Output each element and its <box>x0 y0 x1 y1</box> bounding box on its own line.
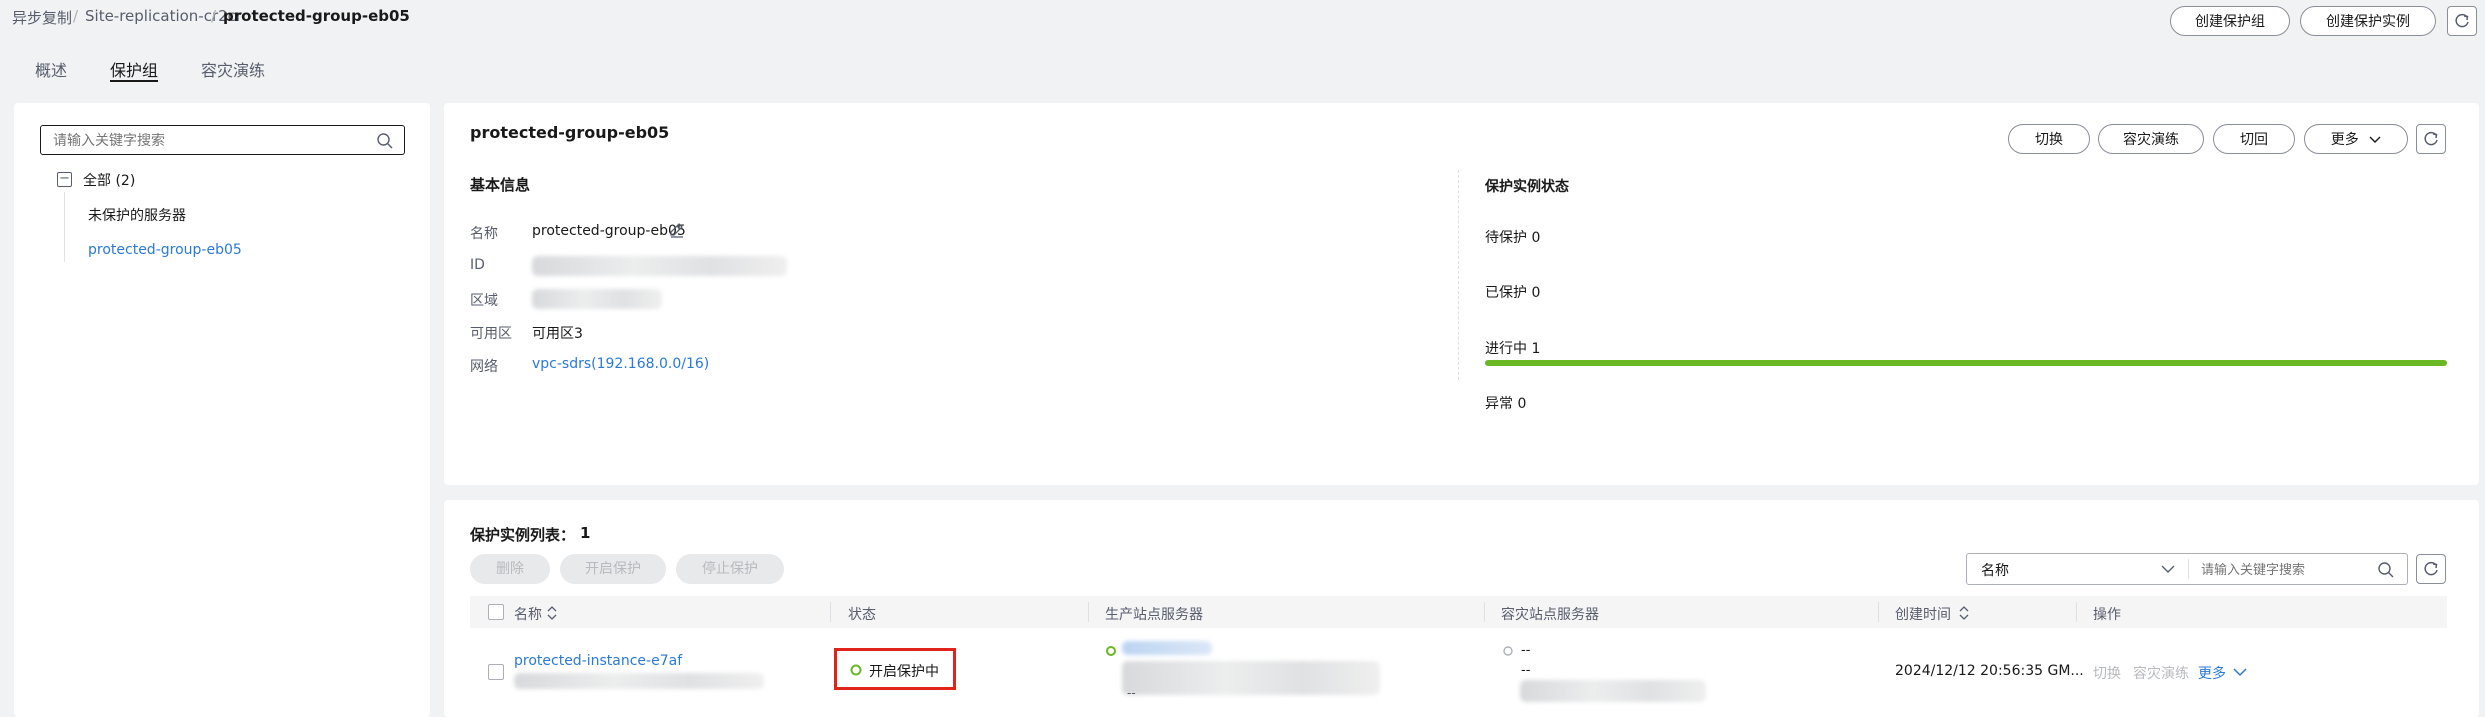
section-divider <box>1458 170 1459 380</box>
more-dropdown-button[interactable]: 更多 <box>2304 124 2408 154</box>
server-status-icon <box>1106 646 1116 656</box>
tab-dr-drill[interactable]: 容灾演练 <box>201 57 265 81</box>
instance-refresh-button[interactable] <box>2416 554 2446 584</box>
select-all-checkbox[interactable] <box>488 604 504 620</box>
breadcrumb-separator: / <box>73 7 79 25</box>
basic-info-heading: 基本信息 <box>470 176 531 194</box>
dr-server-details-redacted <box>1520 680 1706 702</box>
column-divider <box>2076 602 2077 622</box>
chevron-down-icon[interactable] <box>2233 667 2247 677</box>
breadcrumb-async-replication[interactable]: 异步复制 <box>12 7 72 28</box>
instance-filter-bar: 名称 <box>1966 553 2408 585</box>
tab-protection-group[interactable]: 保护组 <box>110 57 158 81</box>
column-divider <box>1878 602 1879 622</box>
filter-field-select[interactable]: 名称 <box>1981 560 2009 580</box>
production-server-dash: -- <box>1127 686 1136 700</box>
in-progress-bar-fill <box>1485 360 2447 366</box>
instance-name-link[interactable]: protected-instance-e7af <box>514 653 682 669</box>
status-protected: 已保护 0 <box>1485 285 1541 301</box>
name-value: protected-group-eb05 <box>532 223 686 239</box>
az-value: 可用区3 <box>532 326 583 342</box>
tab-active-indicator <box>110 80 158 82</box>
start-protection-button[interactable]: 开启保护 <box>560 554 666 584</box>
switch-button[interactable]: 切换 <box>2008 124 2090 154</box>
created-time-value: 2024/12/12 20:56:35 GM... <box>1895 663 2084 679</box>
id-label: ID <box>470 257 485 273</box>
sidebar-panel <box>14 103 430 717</box>
create-protection-group-button[interactable]: 创建保护组 <box>2170 6 2290 36</box>
breadcrumb-current: protected-group-eb05 <box>223 7 410 25</box>
breadcrumb-site-replication[interactable]: Site-replication-cr2cr <box>85 7 242 25</box>
region-value-redacted <box>532 289 662 309</box>
chevron-down-icon[interactable] <box>2161 564 2175 574</box>
column-divider <box>830 602 831 622</box>
instance-status-heading: 保护实例状态 <box>1485 179 1569 195</box>
dr-server-name-empty: -- <box>1521 643 1531 658</box>
column-divider <box>1088 602 1089 622</box>
tree-item-protected-group[interactable]: protected-group-eb05 <box>88 242 242 258</box>
instance-list-title: 保护实例列表： <box>470 526 576 544</box>
refresh-icon <box>2424 131 2438 146</box>
column-header-name[interactable]: 名称 <box>514 604 542 624</box>
row-dr-drill-action[interactable]: 容灾演练 <box>2133 663 2189 683</box>
column-header-dr-server: 容灾站点服务器 <box>1501 607 1599 623</box>
refresh-icon <box>2455 13 2469 28</box>
column-divider <box>1484 602 1485 622</box>
column-header-created-time[interactable]: 创建时间 <box>1895 604 1951 624</box>
row-switch-action[interactable]: 切换 <box>2093 663 2121 683</box>
tree-item-unprotected-servers[interactable]: 未保护的服务器 <box>88 205 186 225</box>
edit-icon[interactable] <box>668 221 686 239</box>
filter-divider <box>2188 559 2189 579</box>
column-header-operations: 操作 <box>2093 607 2121 623</box>
dr-server-id-empty: -- <box>1521 663 1531 678</box>
sort-icon[interactable] <box>1958 605 1970 621</box>
status-in-progress-icon <box>850 664 862 676</box>
instance-search-input[interactable] <box>2199 560 2373 580</box>
more-label: 更多 <box>2330 132 2359 148</box>
network-link[interactable]: vpc-sdrs(192.168.0.0/16) <box>532 356 709 372</box>
column-header-status: 状态 <box>848 607 876 623</box>
search-icon[interactable] <box>2377 561 2395 579</box>
detail-refresh-button[interactable] <box>2416 124 2446 154</box>
tab-overview[interactable]: 概述 <box>35 57 67 81</box>
sidebar-search-box[interactable] <box>40 125 405 155</box>
row-more-action[interactable]: 更多 <box>2198 663 2226 683</box>
status-in-progress: 进行中 1 <box>1485 341 1541 357</box>
refresh-icon <box>2424 561 2438 576</box>
delete-button[interactable]: 删除 <box>470 554 550 584</box>
instance-status-text: 开启保护中 <box>869 664 939 680</box>
dr-server-status-icon <box>1503 646 1513 656</box>
tree-collapse-icon[interactable]: − <box>57 172 72 187</box>
region-label: 区域 <box>470 293 498 309</box>
table-header <box>470 596 2447 628</box>
dr-drill-button[interactable]: 容灾演练 <box>2098 124 2204 154</box>
refresh-button[interactable] <box>2447 6 2477 36</box>
create-protection-instance-button[interactable]: 创建保护实例 <box>2300 6 2436 36</box>
id-value-redacted <box>532 256 787 276</box>
detail-title: protected-group-eb05 <box>470 123 670 142</box>
in-progress-bar-track <box>1485 360 2447 366</box>
production-server-link-redacted[interactable] <box>1122 641 1212 655</box>
sidebar-search-input[interactable] <box>51 130 355 152</box>
column-header-production-server: 生产站点服务器 <box>1105 607 1203 623</box>
status-pending: 待保护 0 <box>1485 230 1541 246</box>
tree-guide-line <box>64 192 65 262</box>
az-label: 可用区 <box>470 326 512 342</box>
tree-root-all[interactable]: 全部 (2) <box>83 170 135 190</box>
name-label: 名称 <box>470 226 498 242</box>
failback-button[interactable]: 切回 <box>2213 124 2295 154</box>
detail-panel <box>444 103 2479 485</box>
instance-list-count: 1 <box>580 524 591 542</box>
network-label: 网络 <box>470 359 498 375</box>
chevron-down-icon <box>2369 136 2381 143</box>
search-icon[interactable] <box>376 132 394 150</box>
row-checkbox[interactable] <box>488 664 504 680</box>
sort-icon[interactable] <box>546 605 558 621</box>
stop-protection-button[interactable]: 停止保护 <box>676 554 784 584</box>
breadcrumb-separator: / <box>211 7 217 25</box>
production-server-details-redacted <box>1122 661 1380 695</box>
status-abnormal: 异常 0 <box>1485 396 1527 412</box>
instance-id-redacted <box>514 673 764 689</box>
